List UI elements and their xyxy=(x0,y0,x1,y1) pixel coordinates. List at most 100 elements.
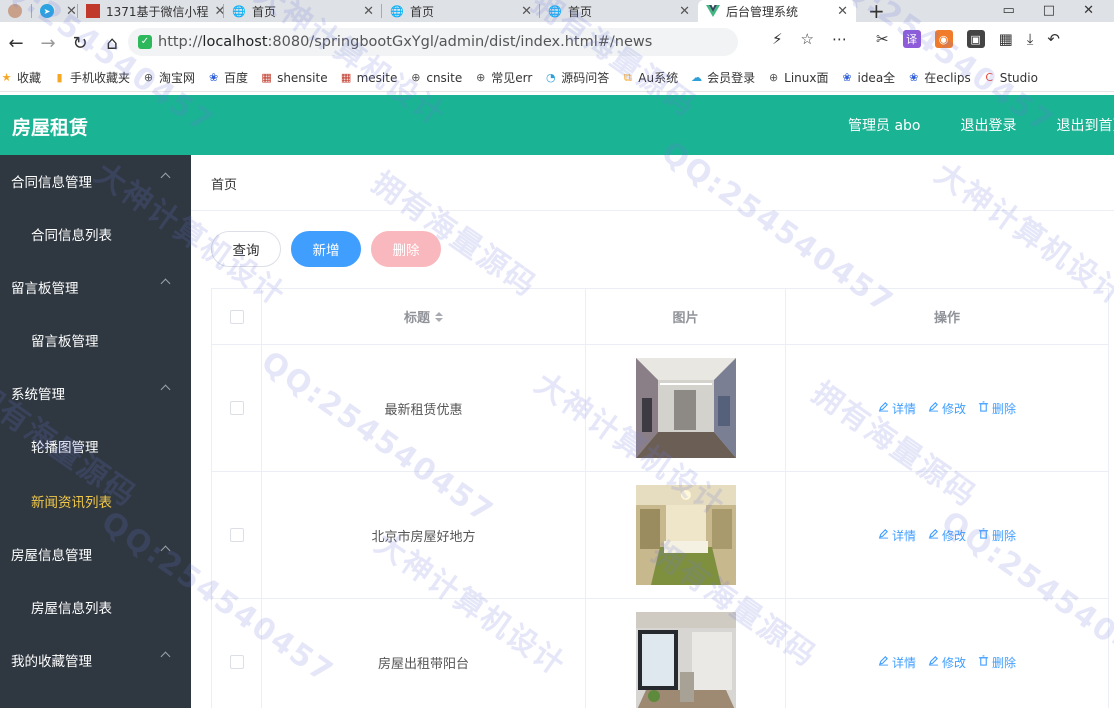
news-thumbnail[interactable] xyxy=(635,612,736,708)
lightning-icon[interactable]: ⚡ xyxy=(772,30,783,48)
close-icon[interactable]: ✕ xyxy=(209,4,224,19)
address-bar[interactable]: ✓ http://localhost:8080/springbootGxYgl/… xyxy=(128,28,738,56)
app-header: 房屋租赁 管理员 abo 退出登录 退出到首页 xyxy=(0,95,1114,155)
window-close-icon[interactable]: ✕ xyxy=(1083,0,1094,22)
detail-link[interactable]: 详情 xyxy=(878,400,916,417)
globe-icon: 🌐 xyxy=(390,4,404,18)
news-thumbnail[interactable] xyxy=(635,358,736,458)
bookmark-item[interactable]: ❀ 在eclips xyxy=(907,69,971,86)
browser-tab-bar: ➤ ✕ 1371基于微信小程 ✕ 🌐 首页 ✕ 🌐 首页 ✕ 🌐 首页 ✕ 后台… xyxy=(0,0,1114,22)
bookmark-item[interactable]: ⊕ Linux面 xyxy=(767,69,828,86)
delete-button[interactable]: 删除 xyxy=(371,231,441,267)
globe-icon: ⊕ xyxy=(143,71,154,84)
close-icon[interactable]: ✕ xyxy=(831,4,848,19)
sidebar-group[interactable]: 留言板管理 xyxy=(0,261,191,312)
chevron-up-icon xyxy=(160,545,171,556)
more-icon[interactable]: ⋯ xyxy=(832,30,847,48)
edit-link[interactable]: 修改 xyxy=(928,527,966,544)
sidebar-item[interactable]: 房屋信息列表 xyxy=(0,579,191,634)
browser-tab-telegram[interactable]: ➤ ✕ xyxy=(32,0,78,22)
bookmark-item[interactable]: ▦ mesite xyxy=(340,71,397,85)
tab-label: 后台管理系统 xyxy=(726,4,799,19)
browser-tab-5[interactable]: 🌐 首页 ✕ xyxy=(382,0,540,22)
url-scheme: http:// xyxy=(158,34,203,50)
close-icon[interactable]: ✕ xyxy=(673,4,690,19)
sort-icon[interactable] xyxy=(435,311,443,322)
bookmark-item[interactable]: ❀ idea全 xyxy=(840,69,895,86)
sidebar-group[interactable]: 系统管理 xyxy=(0,367,191,418)
column-title[interactable]: 标题 xyxy=(262,289,586,344)
bookmark-label: 收藏 xyxy=(17,71,42,85)
bookmark-item[interactable]: C Studio xyxy=(983,71,1038,85)
table-row[interactable]: 最新租赁优惠 详情 修改 删除 xyxy=(212,345,1108,472)
bookmark-item[interactable]: ⧉ Au系统 xyxy=(621,69,678,86)
sidebar-group-label: 合同信息管理 xyxy=(11,174,92,191)
browser-tab-6[interactable]: 🌐 首页 ✕ xyxy=(540,0,698,22)
forward-icon[interactable]: → xyxy=(32,33,64,54)
minimize-icon[interactable]: ▭ xyxy=(1003,0,1015,22)
new-tab-button[interactable]: + xyxy=(856,0,897,22)
delete-link[interactable]: 删除 xyxy=(978,654,1016,671)
bookmark-label: 常见err xyxy=(491,71,533,85)
row-checkbox[interactable] xyxy=(229,528,244,542)
bookmark-item[interactable]: ★ 收藏 xyxy=(0,69,41,86)
shield-ext-icon[interactable]: ▣ xyxy=(966,30,985,48)
sidebar-item[interactable]: 新闻资讯列表 xyxy=(0,473,191,528)
browser-tab-profile[interactable] xyxy=(0,0,32,22)
maximize-icon[interactable]: □ xyxy=(1043,0,1055,22)
bookmark-item[interactable]: ▦ shensite xyxy=(260,71,327,85)
scissors-icon[interactable]: ✂ xyxy=(876,30,889,48)
exit-to-home-link[interactable]: 退出到首页 xyxy=(1056,115,1114,135)
sidebar-item[interactable]: 合同信息列表 xyxy=(0,206,191,261)
bookmark-label: 源码问答 xyxy=(561,71,610,85)
table-row[interactable]: 北京市房屋好地方 详情 修改 删除 xyxy=(212,472,1108,599)
delete-link[interactable]: 删除 xyxy=(978,400,1016,417)
edit-link[interactable]: 修改 xyxy=(928,654,966,671)
close-icon[interactable]: ✕ xyxy=(60,4,77,19)
bookmark-item[interactable]: ❀ 百度 xyxy=(207,69,248,86)
close-icon[interactable]: ✕ xyxy=(515,4,532,19)
admin-user-label[interactable]: 管理员 abo xyxy=(848,115,920,135)
detail-link[interactable]: 详情 xyxy=(878,527,916,544)
translate-icon[interactable]: 译 xyxy=(902,30,921,48)
bookmark-item[interactable]: ☁ 会员登录 xyxy=(690,69,755,86)
sidebar-item[interactable]: 轮播图管理 xyxy=(0,418,191,473)
undo-icon[interactable]: ↶ xyxy=(1047,30,1060,48)
apps-icon[interactable]: ▦ xyxy=(999,30,1013,48)
bookmark-item[interactable]: ⊕ cnsite xyxy=(409,71,462,85)
bookmark-label: 在eclips xyxy=(924,71,971,85)
bookmark-item[interactable]: ⊕ 淘宝网 xyxy=(142,69,195,86)
delete-link[interactable]: 删除 xyxy=(978,527,1016,544)
news-thumbnail[interactable] xyxy=(635,485,736,585)
select-all-checkbox[interactable] xyxy=(229,309,244,324)
sidebar-item[interactable]: 留言板管理 xyxy=(0,312,191,367)
row-checkbox[interactable] xyxy=(229,655,244,669)
home-icon[interactable]: ⌂ xyxy=(96,33,128,54)
table-row[interactable]: 房屋出租带阳台 详情 修改 删除 xyxy=(212,599,1108,708)
logout-link[interactable]: 退出登录 xyxy=(960,115,1016,135)
bookmark-item[interactable]: ◔ 源码问答 xyxy=(544,69,609,86)
edit-link[interactable]: 修改 xyxy=(928,400,966,417)
paw-icon: ❀ xyxy=(842,71,852,84)
sidebar-group[interactable]: 合同信息管理 xyxy=(0,155,191,206)
bookmark-label: cnsite xyxy=(426,70,463,85)
bookmark-star-icon[interactable]: ☆ xyxy=(801,30,814,48)
reload-icon[interactable]: ↻ xyxy=(64,33,96,54)
bookmark-item[interactable]: ⊕ 常见err xyxy=(474,69,532,86)
bookmark-item[interactable]: ▮ 手机收藏夹 xyxy=(53,69,130,86)
browser-tab-4[interactable]: 🌐 首页 ✕ xyxy=(224,0,382,22)
phone-icon: ▮ xyxy=(56,71,63,84)
browser-tab-active[interactable]: 后台管理系统 ✕ xyxy=(698,0,856,22)
sidebar-group[interactable]: 我的收藏管理 xyxy=(0,634,191,685)
sidebar-group[interactable]: 房屋信息管理 xyxy=(0,528,191,579)
add-button[interactable]: 新增 xyxy=(291,231,361,267)
close-icon[interactable]: ✕ xyxy=(357,4,374,19)
back-icon[interactable]: ← xyxy=(0,33,32,54)
gamepad-icon[interactable]: ◉ xyxy=(934,30,953,48)
breadcrumb[interactable]: 首页 xyxy=(211,174,237,193)
browser-tab-3[interactable]: 1371基于微信小程 ✕ xyxy=(78,0,224,22)
query-button[interactable]: 查询 xyxy=(211,231,281,267)
row-checkbox[interactable] xyxy=(229,401,244,415)
download-icon[interactable]: ⤓ xyxy=(1027,30,1034,48)
detail-link[interactable]: 详情 xyxy=(878,654,916,671)
